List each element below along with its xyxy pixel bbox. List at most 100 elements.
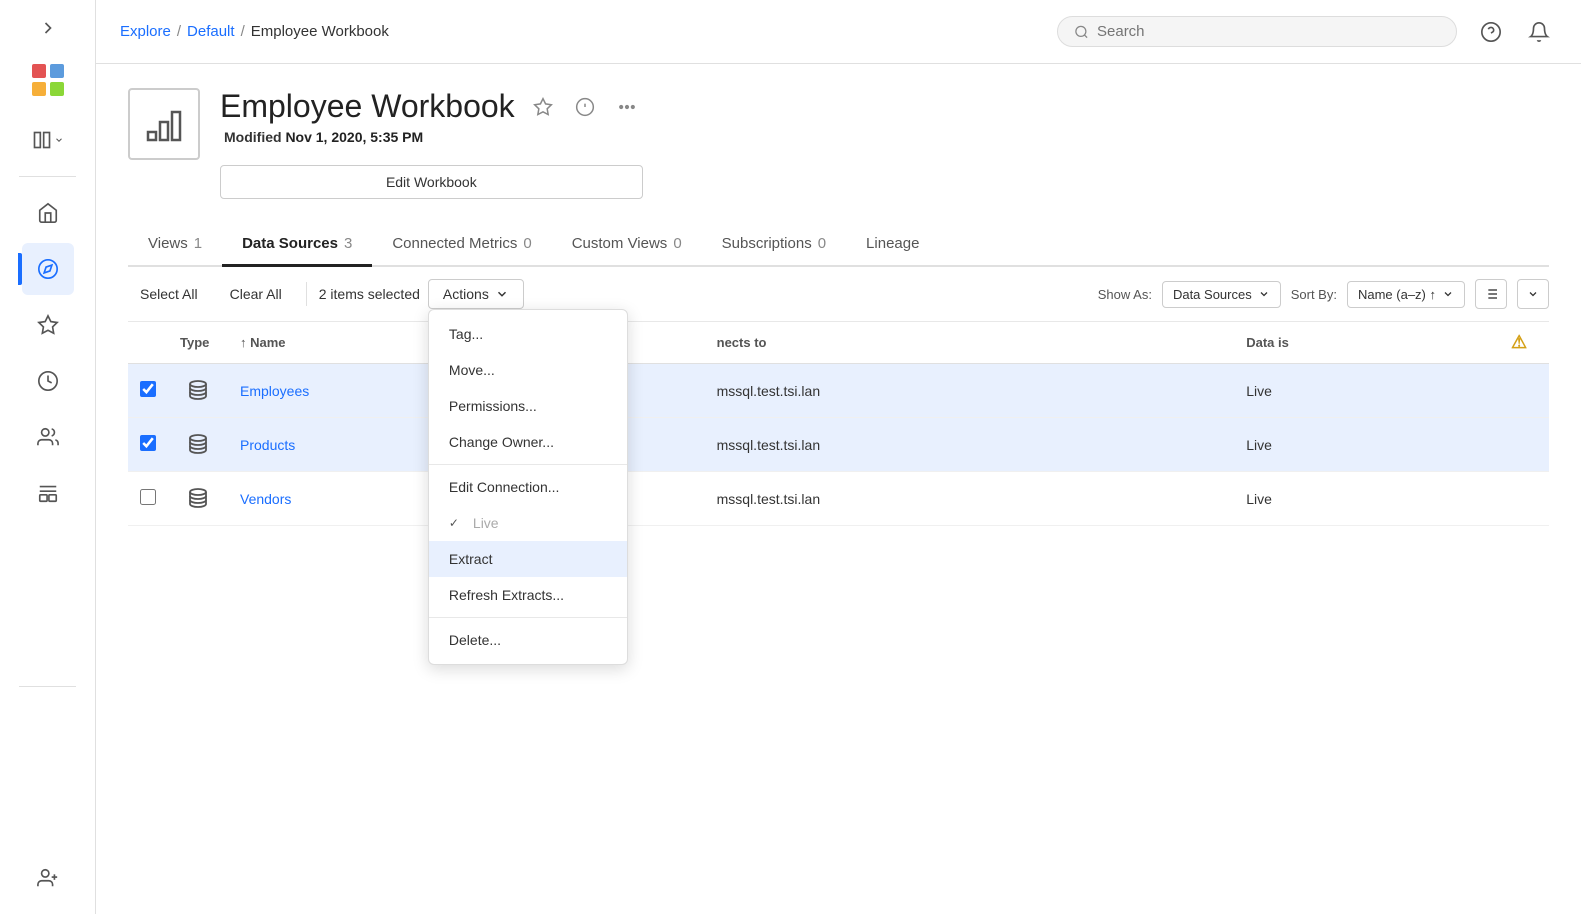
show-as-chevron-icon (1258, 288, 1270, 300)
sidebar-expand-button[interactable] (28, 8, 68, 48)
table-header-row: Type ↑ Name nects to Data is ⚠ (128, 322, 1549, 364)
top-bar-icons (1473, 14, 1557, 50)
breadcrumb-default[interactable]: Default (187, 23, 235, 40)
workbook-icon-box (128, 88, 200, 160)
row-warning-products (1499, 418, 1549, 472)
checkbox-employees[interactable] (140, 381, 156, 397)
selected-count: 2 items selected (319, 286, 420, 302)
warning-header-icon: ⚠ (1511, 332, 1527, 352)
tab-connected-metrics-count: 0 (523, 235, 531, 252)
tab-lineage[interactable]: Lineage (846, 223, 939, 267)
dropdown-item-delete[interactable]: Delete... (429, 622, 627, 658)
checkbox-vendors[interactable] (140, 489, 156, 505)
show-as-label: Show As: (1098, 287, 1152, 302)
notifications-button[interactable] (1521, 14, 1557, 50)
tab-data-sources-count: 3 (344, 235, 352, 252)
tab-subscriptions-count: 0 (818, 235, 826, 252)
datasource-icon-products (184, 430, 212, 458)
actions-dropdown-button[interactable]: Actions (428, 279, 524, 309)
app-logo (24, 56, 72, 104)
sidebar-item-users-admin[interactable] (22, 860, 74, 912)
dropdown-item-tag[interactable]: Tag... (429, 316, 627, 352)
breadcrumb-current: Employee Workbook (251, 23, 389, 40)
row-warning-employees (1499, 364, 1549, 418)
dropdown-item-move[interactable]: Move... (429, 352, 627, 388)
actions-dropdown-menu: Tag... Move... Permissions... Change Own… (428, 309, 628, 665)
sidebar-divider-top (19, 176, 76, 177)
tab-views-count: 1 (194, 235, 202, 252)
row-data-is-products: Live (1234, 418, 1499, 472)
panel-toggle-button[interactable] (22, 114, 74, 166)
checkbox-products[interactable] (140, 435, 156, 451)
table-row: Products mssql.test.tsi.lan Live (128, 418, 1549, 472)
tab-data-sources-label: Data Sources (242, 235, 338, 252)
page-content: Employee Workbook (96, 64, 1581, 914)
help-button[interactable] (1473, 14, 1509, 50)
check-mark-icon: ✓ (449, 516, 465, 530)
favorite-icon[interactable] (527, 91, 559, 123)
sidebar (0, 0, 96, 914)
info-icon[interactable] (569, 91, 601, 123)
search-bar[interactable] (1057, 16, 1457, 47)
tab-custom-views[interactable]: Custom Views 0 (552, 223, 702, 267)
sort-by-select[interactable]: Name (a–z) ↑ (1347, 281, 1465, 308)
search-input[interactable] (1097, 23, 1440, 40)
breadcrumb-sep-2: / (241, 23, 245, 40)
modified-label: Modified (224, 129, 285, 145)
toolbar-right: Show As: Data Sources Sort By: Name (a–z… (1098, 279, 1549, 309)
list-view-button[interactable] (1475, 279, 1507, 309)
tab-subscriptions-label: Subscriptions (722, 235, 812, 252)
dropdown-item-edit-connection[interactable]: Edit Connection... (429, 469, 627, 505)
tab-views[interactable]: Views 1 (128, 223, 222, 267)
row-checkbox-vendors[interactable] (128, 472, 168, 526)
dropdown-item-refresh-extracts[interactable]: Refresh Extracts... (429, 577, 627, 613)
dropdown-item-permissions[interactable]: Permissions... (429, 388, 627, 424)
clear-all-button[interactable]: Clear All (218, 280, 294, 308)
sidebar-item-collections[interactable] (22, 467, 74, 519)
tab-subscriptions[interactable]: Subscriptions 0 (702, 223, 846, 267)
row-data-is-vendors: Live (1234, 472, 1499, 526)
dropdown-item-change-owner[interactable]: Change Owner... (429, 424, 627, 460)
dropdown-item-live: ✓ Live (429, 505, 627, 541)
sort-by-label: Sort By: (1291, 287, 1337, 302)
main-content: Explore / Default / Employee Workbook (96, 0, 1581, 914)
data-table: Type ↑ Name nects to Data is ⚠ (128, 322, 1549, 526)
row-type-vendors (168, 472, 228, 526)
tab-connected-metrics[interactable]: Connected Metrics 0 (372, 223, 551, 267)
dropdown-item-extract[interactable]: Extract (429, 541, 627, 577)
row-checkbox-employees[interactable] (128, 364, 168, 418)
row-type-employees (168, 364, 228, 418)
tab-connected-metrics-label: Connected Metrics (392, 235, 517, 252)
view-options-button[interactable] (1517, 279, 1549, 309)
tabs-bar: Views 1 Data Sources 3 Connected Metrics… (128, 223, 1549, 267)
col-header-checkbox (128, 322, 168, 364)
modified-date: Nov 1, 2020, 5:35 PM (285, 129, 423, 145)
row-connects-vendors: mssql.test.tsi.lan (705, 472, 1235, 526)
tab-lineage-label: Lineage (866, 235, 919, 252)
sidebar-divider-bottom (19, 686, 76, 687)
datasource-icon-employees (184, 376, 212, 404)
select-all-button[interactable]: Select All (128, 280, 210, 308)
edit-workbook-button[interactable]: Edit Workbook (220, 165, 643, 199)
workbook-modified: Modified Nov 1, 2020, 5:35 PM (224, 129, 643, 145)
toolbar-divider-1 (306, 282, 307, 306)
more-options-icon[interactable] (611, 91, 643, 123)
sidebar-item-favorites[interactable] (22, 299, 74, 351)
tab-custom-views-count: 0 (673, 235, 681, 252)
sidebar-item-discover[interactable] (22, 243, 74, 295)
sidebar-item-recents[interactable] (22, 355, 74, 407)
breadcrumb-explore[interactable]: Explore (120, 23, 171, 40)
sidebar-item-shared[interactable] (22, 411, 74, 463)
row-checkbox-products[interactable] (128, 418, 168, 472)
tab-data-sources[interactable]: Data Sources 3 (222, 223, 372, 267)
col-header-connects: nects to (705, 322, 1235, 364)
show-as-select[interactable]: Data Sources (1162, 281, 1281, 308)
table-row: Employees mssql.test.tsi.lan Live (128, 364, 1549, 418)
row-data-is-employees: Live (1234, 364, 1499, 418)
sidebar-item-home[interactable] (22, 187, 74, 239)
col-header-data-is: Data is (1234, 322, 1499, 364)
col-header-warning: ⚠ (1499, 322, 1549, 364)
actions-wrapper: Actions Tag... Move... Permissions... (428, 279, 524, 309)
breadcrumb-sep-1: / (177, 23, 181, 40)
chevron-down-icon (495, 287, 509, 301)
